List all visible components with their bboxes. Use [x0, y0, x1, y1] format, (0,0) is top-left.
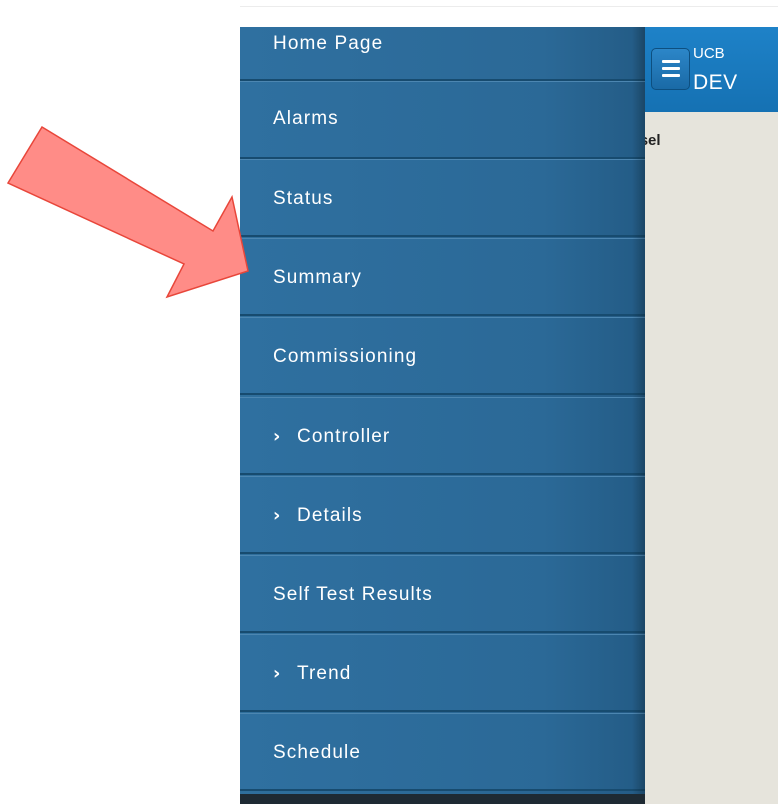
sidebar-item-label: Schedule — [273, 742, 362, 763]
sidebar-item-status[interactable]: Status — [240, 159, 645, 237]
sidebar-item-text: Controller — [297, 426, 391, 447]
chevron-right-icon: › — [273, 426, 282, 447]
chevron-right-icon: › — [273, 663, 282, 684]
sidebar-item-schedule[interactable]: Schedule — [240, 713, 645, 791]
sidebar-item-text: Trend — [297, 663, 352, 684]
app-title: DEV — [693, 71, 738, 94]
top-strip — [240, 6, 778, 29]
sidebar-item-controller[interactable]: › Controller — [240, 397, 645, 475]
sidebar-item-label: Commissioning — [273, 346, 418, 367]
sidebar-item-label: Alarms — [273, 108, 339, 129]
sidebar-item-text: Details — [297, 505, 363, 526]
sidebar-item-self-test-results[interactable]: Self Test Results — [240, 555, 645, 633]
sidebar-menu: Home Page Alarms Status Summary Commissi… — [240, 27, 645, 794]
sidebar-shadow — [632, 27, 646, 794]
header-text-area: UCB DEV — [645, 27, 778, 112]
sidebar-item-summary[interactable]: Summary — [240, 238, 645, 316]
sidebar-item-home-page[interactable]: Home Page — [240, 27, 645, 81]
sidebar-item-label: Summary — [273, 267, 362, 288]
sidebar-item-commissioning[interactable]: Commissioning — [240, 317, 645, 395]
sidebar-item-label: Self Test Results — [273, 584, 433, 605]
sidebar-item-label: Home Page — [273, 33, 384, 54]
select-prompt: Please sel — [645, 132, 661, 149]
bottom-bar — [240, 794, 645, 804]
sidebar-item-details[interactable]: › Details — [240, 476, 645, 554]
sidebar-item-label: › Controller — [273, 426, 390, 448]
content-text-area: Please sel — [645, 112, 778, 804]
sidebar-item-label: › Trend — [273, 663, 351, 685]
org-label: UCB — [693, 45, 725, 62]
sidebar-item-trend[interactable]: › Trend — [240, 634, 645, 712]
sidebar-item-label: › Details — [273, 505, 363, 527]
chevron-right-icon: › — [273, 505, 282, 526]
sidebar-item-alarms[interactable]: Alarms — [240, 81, 645, 159]
sidebar-item-label: Status — [273, 188, 334, 209]
arrow-shape — [6, 125, 249, 299]
